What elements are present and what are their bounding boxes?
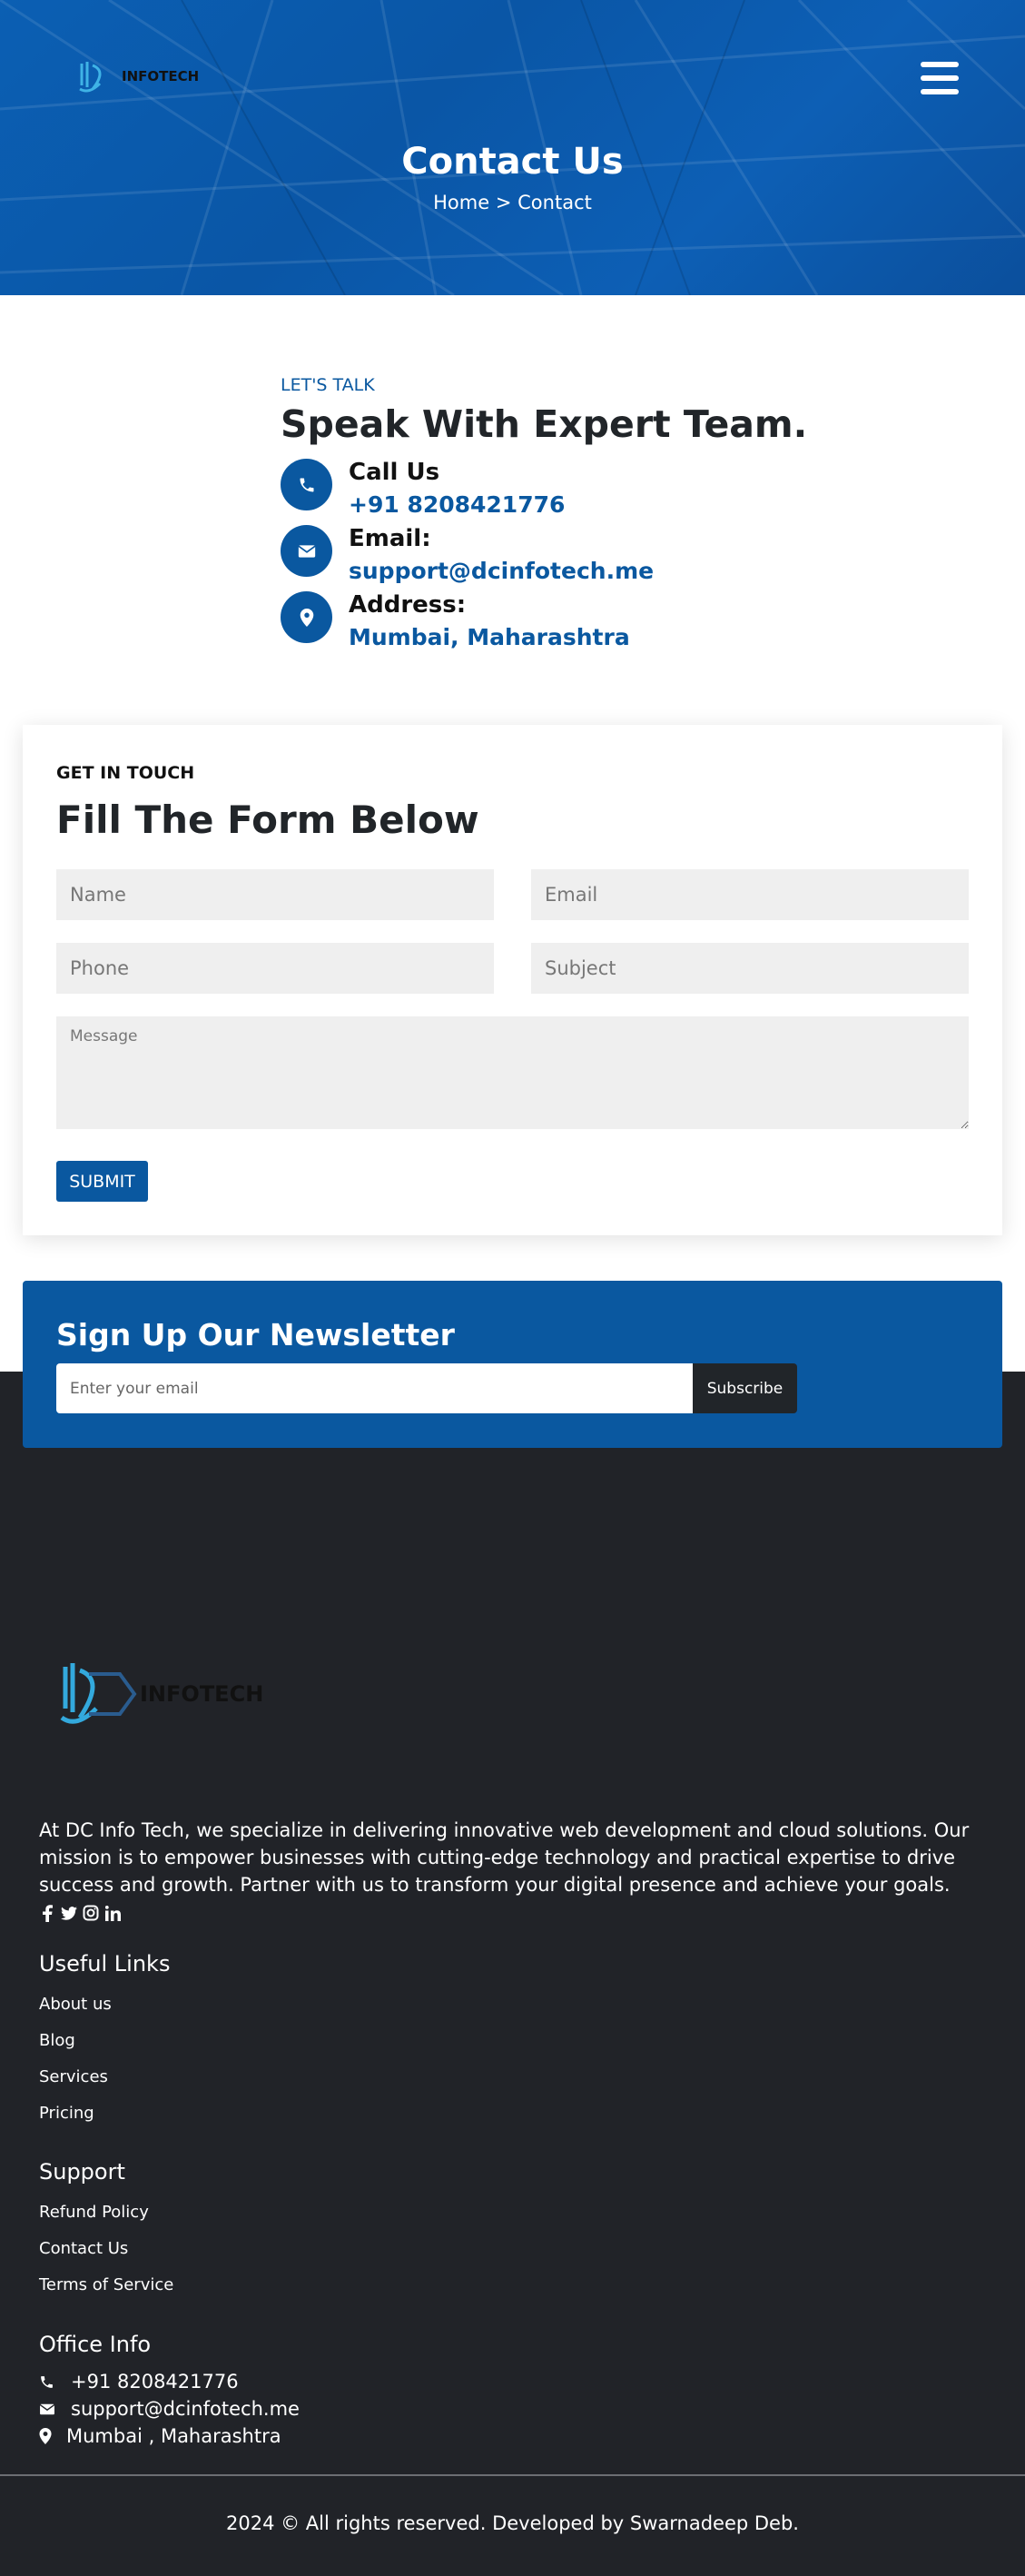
office-email: support@dcinfotech.me [39,2398,300,2420]
social-links [39,1904,121,1922]
office-phone-text[interactable]: +91 8208421776 [71,2371,239,2393]
logo-mark-icon [60,1663,137,1724]
footer-divider [0,2474,1025,2476]
subscribe-button[interactable]: Subscribe [693,1363,797,1413]
breadcrumb-current: Contact [517,192,592,213]
footer-logo[interactable]: INFOTECH [56,1658,263,1730]
footer-link-terms-of-service[interactable]: Terms of Service [39,2275,173,2294]
form-heading: Fill The Form Below [56,798,479,842]
contact-phone-value[interactable]: +91 8208421776 [349,488,565,522]
logo-text: INFOTECH [122,68,200,84]
envelope-icon [39,2403,64,2415]
newsletter-heading: Sign Up Our Newsletter [56,1317,455,1352]
contact-eyebrow: LET'S TALK [281,375,375,395]
office-info-heading: Office Info [39,2332,152,2357]
page-hero: INFOTECH Contact Us Home > Contact [0,0,1025,295]
footer-link-contact-us[interactable]: Contact Us [39,2239,128,2258]
useful-links-heading: Useful Links [39,1951,171,1977]
footer-link-refund-policy[interactable]: Refund Policy [39,2203,149,2222]
contact-item-phone: Call Us +91 8208421776 [281,459,565,522]
facebook-icon[interactable] [39,1904,55,1922]
map-pin-icon [281,591,332,643]
hamburger-icon-bar [921,89,959,94]
map-pin-icon [39,2428,64,2444]
linkedin-icon[interactable] [104,1904,121,1922]
subject-input[interactable] [531,943,969,994]
logo-text: INFOTECH [140,1681,264,1707]
office-email-text[interactable]: support@dcinfotech.me [71,2398,300,2420]
contact-address-value: Mumbai, Maharashtra [349,624,630,650]
instagram-icon[interactable] [83,1904,99,1922]
breadcrumb: Home > Contact [0,192,1025,213]
contact-heading: Speak With Expert Team. [281,402,808,446]
site-logo[interactable]: INFOTECH [76,58,199,94]
office-phone: +91 8208421776 [39,2371,239,2393]
footer-link-blog[interactable]: Blog [39,2031,75,2050]
contact-item-address: Address: Mumbai, Maharashtra [281,591,630,655]
support-heading: Support [39,2159,125,2185]
phone-icon [281,459,332,510]
name-input[interactable] [56,869,494,920]
phone-icon [39,2374,64,2390]
footer-link-about-us[interactable]: About us [39,1995,112,2014]
message-textarea[interactable] [56,1016,969,1129]
submit-button[interactable]: SUBMIT [56,1161,148,1202]
breadcrumb-home-link[interactable]: Home [433,192,489,213]
page-title: Contact Us [401,141,624,183]
form-eyebrow: GET IN TOUCH [56,763,195,783]
contact-item-label: Call Us [349,459,440,486]
footer-link-pricing[interactable]: Pricing [39,2104,94,2123]
contact-email-value[interactable]: support@dcinfotech.me [349,554,654,589]
contact-item-email: Email: support@dcinfotech.me [281,525,654,589]
newsletter-box: Sign Up Our Newsletter Subscribe [23,1281,1002,1448]
office-address-text: Mumbai , Maharashtra [66,2425,281,2447]
newsletter-email-input[interactable] [56,1363,693,1413]
copyright-text: 2024 © All rights reserved. Developed by… [226,2512,799,2534]
menu-toggle-button[interactable] [921,62,959,94]
breadcrumb-separator: > [495,192,512,213]
contact-item-label: Email: [349,525,431,552]
envelope-icon [281,525,332,577]
office-address: Mumbai , Maharashtra [39,2425,281,2447]
footer-about-text: At DC Info Tech, we specialize in delive… [39,1819,970,1896]
twitter-icon[interactable] [61,1904,77,1922]
contact-form-card: GET IN TOUCH Fill The Form Below SUBMIT [23,725,1002,1235]
logo-mark-icon [79,62,102,93]
footer-link-services[interactable]: Services [39,2067,108,2086]
hamburger-icon-bar [921,75,959,81]
hamburger-icon-bar [921,62,959,67]
phone-input[interactable] [56,943,494,994]
email-input[interactable] [531,869,969,920]
contact-item-label: Address: [349,591,467,619]
